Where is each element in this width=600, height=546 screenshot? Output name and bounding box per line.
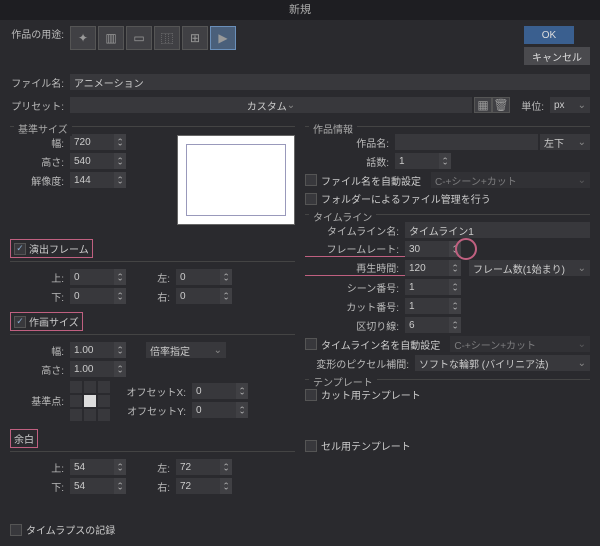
offset-x[interactable] bbox=[192, 383, 236, 399]
preset-delete-icon[interactable]: 🗑 bbox=[492, 97, 510, 113]
of-left[interactable] bbox=[176, 269, 220, 285]
auto-tl-dd[interactable]: C-+シーン+カット bbox=[450, 336, 590, 352]
usage-label: 作品の用途: bbox=[10, 26, 70, 41]
base-size-group: 基準サイズ bbox=[14, 121, 72, 136]
pos-dropdown[interactable]: 左下 bbox=[540, 134, 590, 150]
canvas-checkbox[interactable] bbox=[14, 316, 26, 328]
height-spinner[interactable] bbox=[114, 153, 126, 169]
height-input[interactable] bbox=[70, 153, 114, 169]
folder-mgmt-chk[interactable] bbox=[305, 193, 317, 205]
divider-input[interactable] bbox=[405, 317, 449, 333]
preset-dropdown[interactable]: カスタム bbox=[70, 97, 472, 113]
margin-heading: 余白 bbox=[10, 429, 38, 448]
fps-label: フレームレート: bbox=[305, 241, 405, 257]
width-spinner[interactable] bbox=[114, 134, 126, 150]
playtime-label: 再生時間: bbox=[305, 260, 405, 276]
ok-button[interactable]: OK bbox=[524, 26, 574, 44]
scene-input[interactable] bbox=[405, 279, 449, 295]
anchor-grid[interactable] bbox=[70, 381, 110, 421]
filename-input[interactable] bbox=[70, 74, 590, 90]
mg-right[interactable] bbox=[176, 478, 220, 494]
cut-template-chk[interactable] bbox=[305, 389, 317, 401]
mg-top[interactable] bbox=[70, 459, 114, 475]
ratio-dropdown[interactable]: 倍率指定 bbox=[146, 342, 226, 358]
auto-filename-dd[interactable]: C-+シーン+カット bbox=[431, 172, 590, 188]
preset-label: プリセット: bbox=[10, 98, 70, 113]
of-right[interactable] bbox=[176, 288, 220, 304]
offset-y[interactable] bbox=[192, 402, 236, 418]
canvas-preview bbox=[177, 135, 295, 225]
usage-icon-2[interactable]: ▥ bbox=[98, 26, 124, 50]
of-bottom[interactable] bbox=[70, 288, 114, 304]
unit-dropdown[interactable]: px bbox=[550, 97, 590, 113]
auto-tl-chk[interactable] bbox=[305, 338, 317, 350]
usage-icon-4[interactable]: ⿲ bbox=[154, 26, 180, 50]
info-group: 作品情報 bbox=[309, 121, 357, 136]
episode-input[interactable] bbox=[395, 153, 439, 169]
usage-icon-5[interactable]: ⊞ bbox=[182, 26, 208, 50]
overflow-checkbox[interactable] bbox=[14, 243, 26, 255]
timelapse-chk[interactable] bbox=[10, 524, 22, 536]
template-group: テンプレート bbox=[309, 374, 377, 389]
cancel-button[interactable]: キャンセル bbox=[524, 47, 590, 65]
cut-input[interactable] bbox=[405, 298, 449, 314]
timeline-group: タイムライン bbox=[309, 209, 376, 224]
width-input[interactable] bbox=[70, 134, 114, 150]
playtime-unit-dd[interactable]: フレーム数(1始まり) bbox=[469, 260, 590, 276]
mg-bottom[interactable] bbox=[70, 478, 114, 494]
cv-height[interactable] bbox=[70, 361, 114, 377]
of-top[interactable] bbox=[70, 269, 114, 285]
usage-icon-animation[interactable]: ▶ bbox=[210, 26, 236, 50]
timeline-name-input[interactable] bbox=[405, 222, 590, 238]
filename-label: ファイル名: bbox=[10, 75, 70, 90]
mg-left[interactable] bbox=[176, 459, 220, 475]
cel-template-chk[interactable] bbox=[305, 440, 317, 452]
window-title: 新規 bbox=[0, 0, 600, 20]
unit-label: 単位: bbox=[510, 98, 550, 113]
auto-filename-chk[interactable] bbox=[305, 174, 317, 186]
usage-icons: ✦ ▥ ▭ ⿲ ⊞ ▶ bbox=[70, 26, 236, 50]
resolution-input[interactable] bbox=[70, 172, 114, 188]
interp-dropdown[interactable]: ソフトな輪郭 (バイリニア法) bbox=[415, 355, 590, 371]
usage-icon-3[interactable]: ▭ bbox=[126, 26, 152, 50]
timelapse-label: タイムラプスの記録 bbox=[26, 522, 115, 537]
work-name-input[interactable] bbox=[395, 134, 538, 150]
playtime-input[interactable] bbox=[405, 260, 449, 276]
fps-input[interactable] bbox=[405, 241, 449, 257]
fps-spinner[interactable] bbox=[449, 241, 461, 257]
resolution-spinner[interactable] bbox=[114, 172, 126, 188]
preset-save-icon[interactable]: ▦ bbox=[474, 97, 492, 113]
usage-icon-1[interactable]: ✦ bbox=[70, 26, 96, 50]
cv-width[interactable] bbox=[70, 342, 114, 358]
